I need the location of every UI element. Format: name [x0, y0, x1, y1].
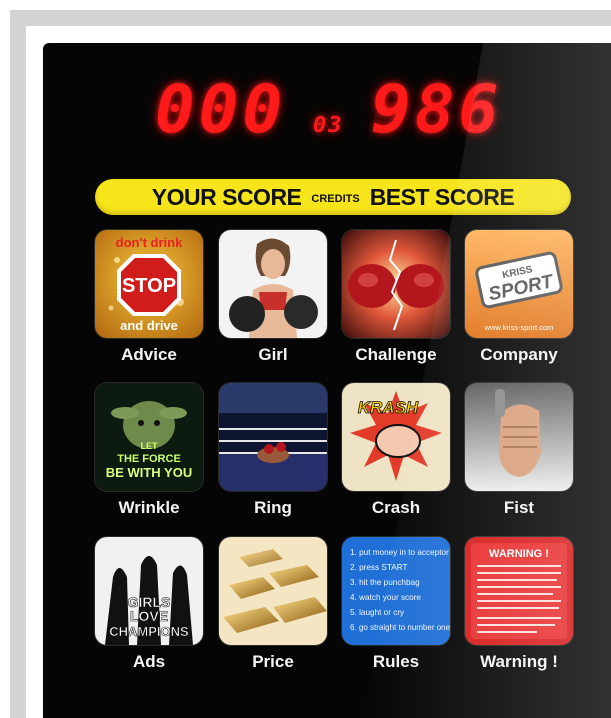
your-score-value: 000	[155, 71, 287, 148]
tile-crash[interactable]: KRASH Crash	[342, 383, 450, 518]
rules-line-5: 5. laught or cry	[350, 608, 405, 617]
machine-panel: 888 000 03 888 986 YOUR SCORE CREDITS BE…	[43, 43, 611, 718]
credits-value: 03	[313, 113, 344, 138]
company-logo-icon: KRISS SPORT www.kriss-sport.com	[465, 230, 573, 338]
advice-icon: STOP don't drink and drive	[95, 230, 203, 338]
rules-icon: 1. put money in to acceptor 2. press STA…	[342, 537, 450, 645]
tile-fist[interactable]: Fist	[465, 383, 573, 518]
tile-label: Crash	[371, 498, 421, 517]
tile-label: Company	[480, 345, 558, 364]
wrinkle-text-3: BE WITH YOU	[106, 465, 192, 480]
tile-label: Advice	[121, 345, 177, 364]
wrinkle-text-2: THE FORCE	[117, 453, 181, 465]
ads-text-2: LOVE	[130, 608, 168, 624]
ads-text-3: CHAMPIONS	[109, 624, 189, 639]
wrinkle-icon: LET THE FORCE BE WITH YOU	[95, 383, 203, 491]
rules-line-2: 2. press START	[350, 563, 407, 572]
advice-bottom-text: and drive	[120, 318, 178, 333]
tile-wrinkle[interactable]: LET THE FORCE BE WITH YOU Wrinkle	[95, 383, 203, 518]
your-score-label: YOUR SCORE	[151, 183, 302, 210]
company-url-text: www.kriss-sport.com	[484, 323, 554, 332]
crash-text: KRASH	[358, 398, 419, 417]
tile-label: Wrinkle	[118, 498, 180, 517]
best-score-label: BEST SCORE	[369, 183, 515, 210]
led-display: 888 000 03 888 986	[43, 71, 611, 151]
tile-advice[interactable]: STOP don't drink and drive Advice	[95, 230, 203, 365]
challenge-gloves-icon	[342, 230, 450, 338]
tile-label: Fist	[503, 498, 535, 517]
tile-label: Girl	[258, 345, 288, 364]
tile-warning[interactable]: WARNING ! Warning !	[465, 537, 573, 672]
tile-label: Warning !	[480, 652, 558, 671]
tile-label: Rules	[372, 652, 420, 671]
advice-sign-text: STOP	[122, 275, 176, 297]
tile-girl[interactable]: Girl	[219, 230, 327, 365]
rules-line-4: 4. watch your score	[350, 593, 421, 602]
tile-rules[interactable]: 1. put money in to acceptor 2. press STA…	[342, 537, 450, 672]
tile-label: Challenge	[355, 345, 437, 364]
rules-line-1: 1. put money in to acceptor	[350, 548, 449, 557]
girl-boxer-icon	[219, 230, 327, 338]
crash-comic-icon: KRASH	[342, 383, 450, 491]
warning-icon: WARNING !	[465, 537, 573, 645]
tile-company[interactable]: KRISS SPORT www.kriss-sport.com Company	[465, 230, 573, 365]
tile-ring[interactable]: Ring	[219, 383, 327, 518]
tile-label: Price	[252, 652, 294, 671]
ads-icon: GIRLS LOVE CHAMPIONS	[95, 537, 203, 645]
best-score-value: 986	[371, 71, 503, 148]
warning-title: WARNING !	[489, 548, 549, 560]
advice-top-text: don't drink	[116, 235, 183, 250]
fist-icon	[465, 383, 573, 491]
tile-challenge[interactable]: Challenge	[342, 230, 450, 365]
gold-bars-icon	[219, 537, 327, 645]
boxing-ring-icon	[219, 383, 327, 491]
tile-label: Ads	[132, 652, 166, 671]
tile-label: Ring	[254, 498, 292, 517]
rules-line-3: 3. hit the punchbag	[350, 578, 420, 587]
tile-ads[interactable]: GIRLS LOVE CHAMPIONS Ads	[95, 537, 203, 672]
rules-line-6: 6. go straight to number one	[350, 623, 450, 632]
tile-price[interactable]: Price	[219, 537, 327, 672]
credits-label: CREDITS	[311, 193, 360, 205]
score-banner: YOUR SCORE CREDITS BEST SCORE	[95, 179, 571, 215]
wrinkle-text-1: LET	[141, 441, 159, 451]
